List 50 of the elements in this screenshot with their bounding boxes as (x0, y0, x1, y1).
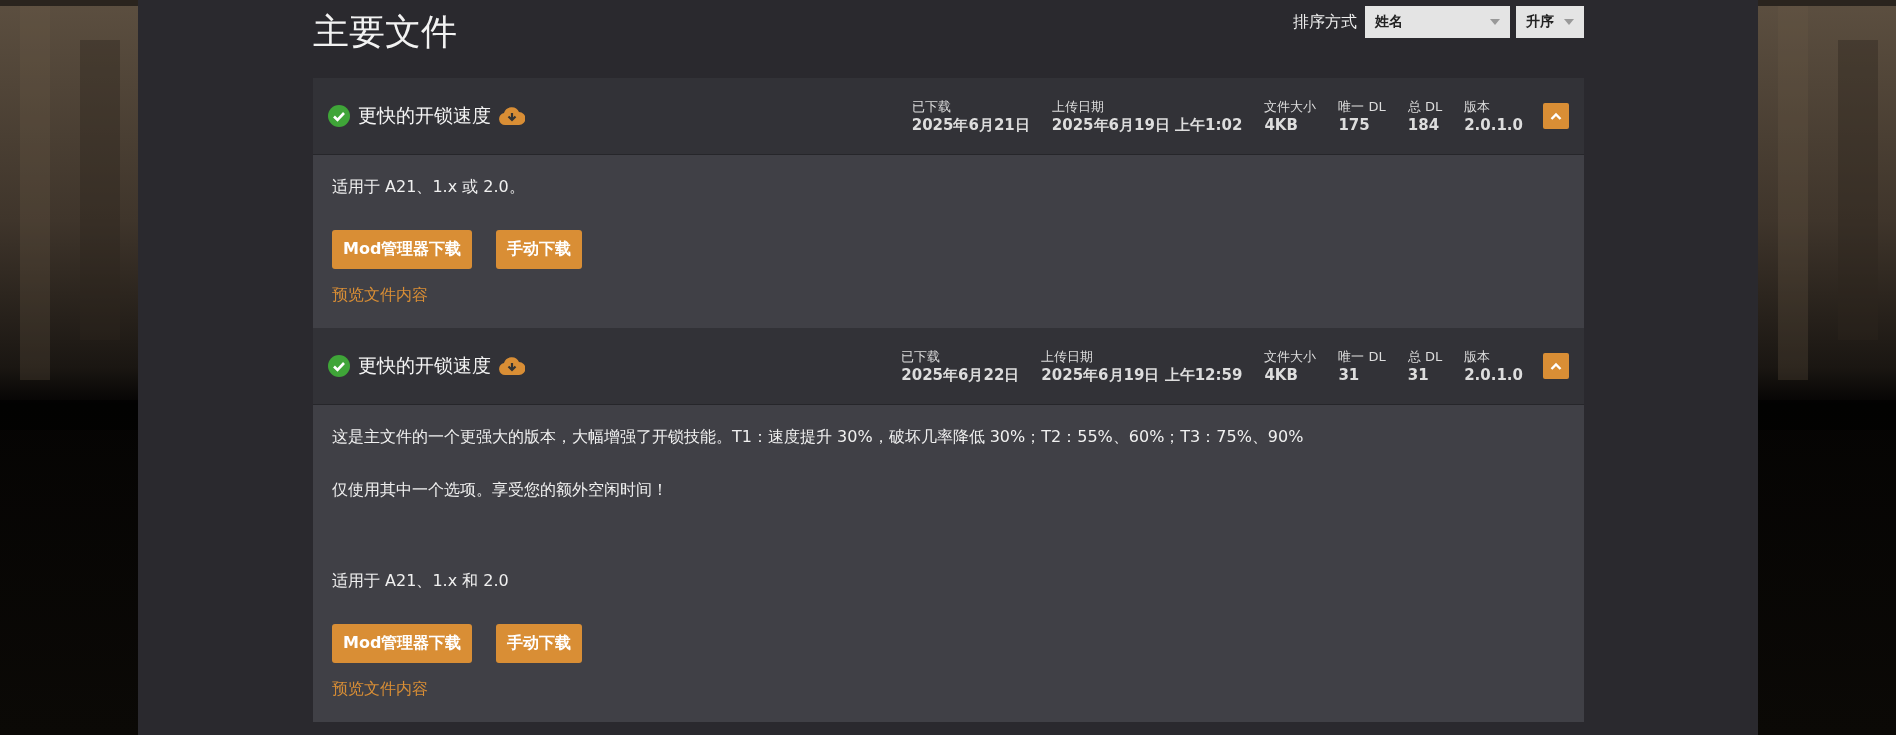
meta-value: 2025年6月21日 (911, 115, 1030, 135)
meta-label: 已下载 (911, 97, 952, 116)
dropdown-caret-icon (1564, 19, 1574, 25)
meta-value: 184 (1407, 115, 1441, 134)
chevron-up-icon (1550, 112, 1562, 120)
preview-link[interactable]: 预览文件内容 (332, 285, 428, 304)
meta-value: 31 (1407, 365, 1430, 384)
description-text: 这是主文件的一个更强大的版本，大幅增强了开锁技能。T1：速度提升 30%，破坏几率降低 30%；T2：55%、60%；T3：75%、90% (332, 427, 1305, 448)
download-button[interactable]: Mod管理器下载 (332, 230, 473, 269)
meta-label: 唯一 DL (1338, 97, 1386, 116)
cloud-download-icon[interactable] (499, 357, 525, 375)
meta-label: 总 DL (1407, 97, 1443, 116)
sort-dropdown[interactable]: 姓名 (1365, 6, 1510, 38)
cloud-download-icon[interactable] (499, 107, 525, 125)
preview-link[interactable]: 预览文件内容 (332, 679, 428, 698)
download-button[interactable]: Mod管理器下载 (332, 624, 473, 663)
page-title: 主要文件 (313, 10, 457, 54)
meta-label: 版本 (1464, 97, 1492, 116)
meta-label: 文件大小 (1264, 97, 1317, 116)
chevron-up-icon (1550, 362, 1562, 370)
description-text: 仅使用其中一个选项。享受您的额外空闲时间！ (332, 480, 669, 501)
meta-label: 上传日期 (1051, 97, 1105, 116)
file-name: 更快的开锁速度 (358, 353, 491, 378)
description-text: 适用于 A21、1.x 或 2.0。 (332, 177, 526, 198)
meta-value: 2025年6月19日 上午1:02 (1051, 115, 1243, 135)
meta-value: 4KB (1264, 115, 1299, 134)
download-button[interactable]: 手动下载 (496, 230, 583, 269)
sort-dropdown[interactable]: 升序 (1516, 6, 1584, 38)
meta-label: 唯一 DL (1338, 347, 1386, 366)
check-icon (328, 105, 350, 127)
description-text: 适用于 A21、1.x 和 2.0 (332, 571, 510, 592)
meta-label: 已下载 (901, 347, 942, 366)
dropdown-caret-icon (1490, 19, 1500, 25)
file-name: 更快的开锁速度 (358, 103, 491, 128)
meta-value: 2.0.1.0 (1464, 365, 1523, 384)
check-icon (328, 355, 350, 377)
meta-label: 总 DL (1407, 347, 1443, 366)
collapse-button[interactable] (1543, 103, 1569, 129)
meta-label: 版本 (1464, 347, 1492, 366)
meta-value: 2025年6月19日 上午12:59 (1041, 365, 1243, 385)
meta-value: 4KB (1264, 365, 1299, 384)
meta-value: 175 (1338, 115, 1371, 134)
meta-label: 文件大小 (1264, 347, 1317, 366)
download-button[interactable]: 手动下载 (496, 624, 583, 663)
meta-value: 2.0.1.0 (1464, 115, 1523, 134)
meta-label: 上传日期 (1041, 347, 1095, 366)
meta-value: 31 (1338, 365, 1361, 384)
meta-value: 2025年6月22日 (901, 365, 1020, 385)
sort-label: 排序方式 (1293, 11, 1357, 33)
collapse-button[interactable] (1543, 353, 1569, 379)
